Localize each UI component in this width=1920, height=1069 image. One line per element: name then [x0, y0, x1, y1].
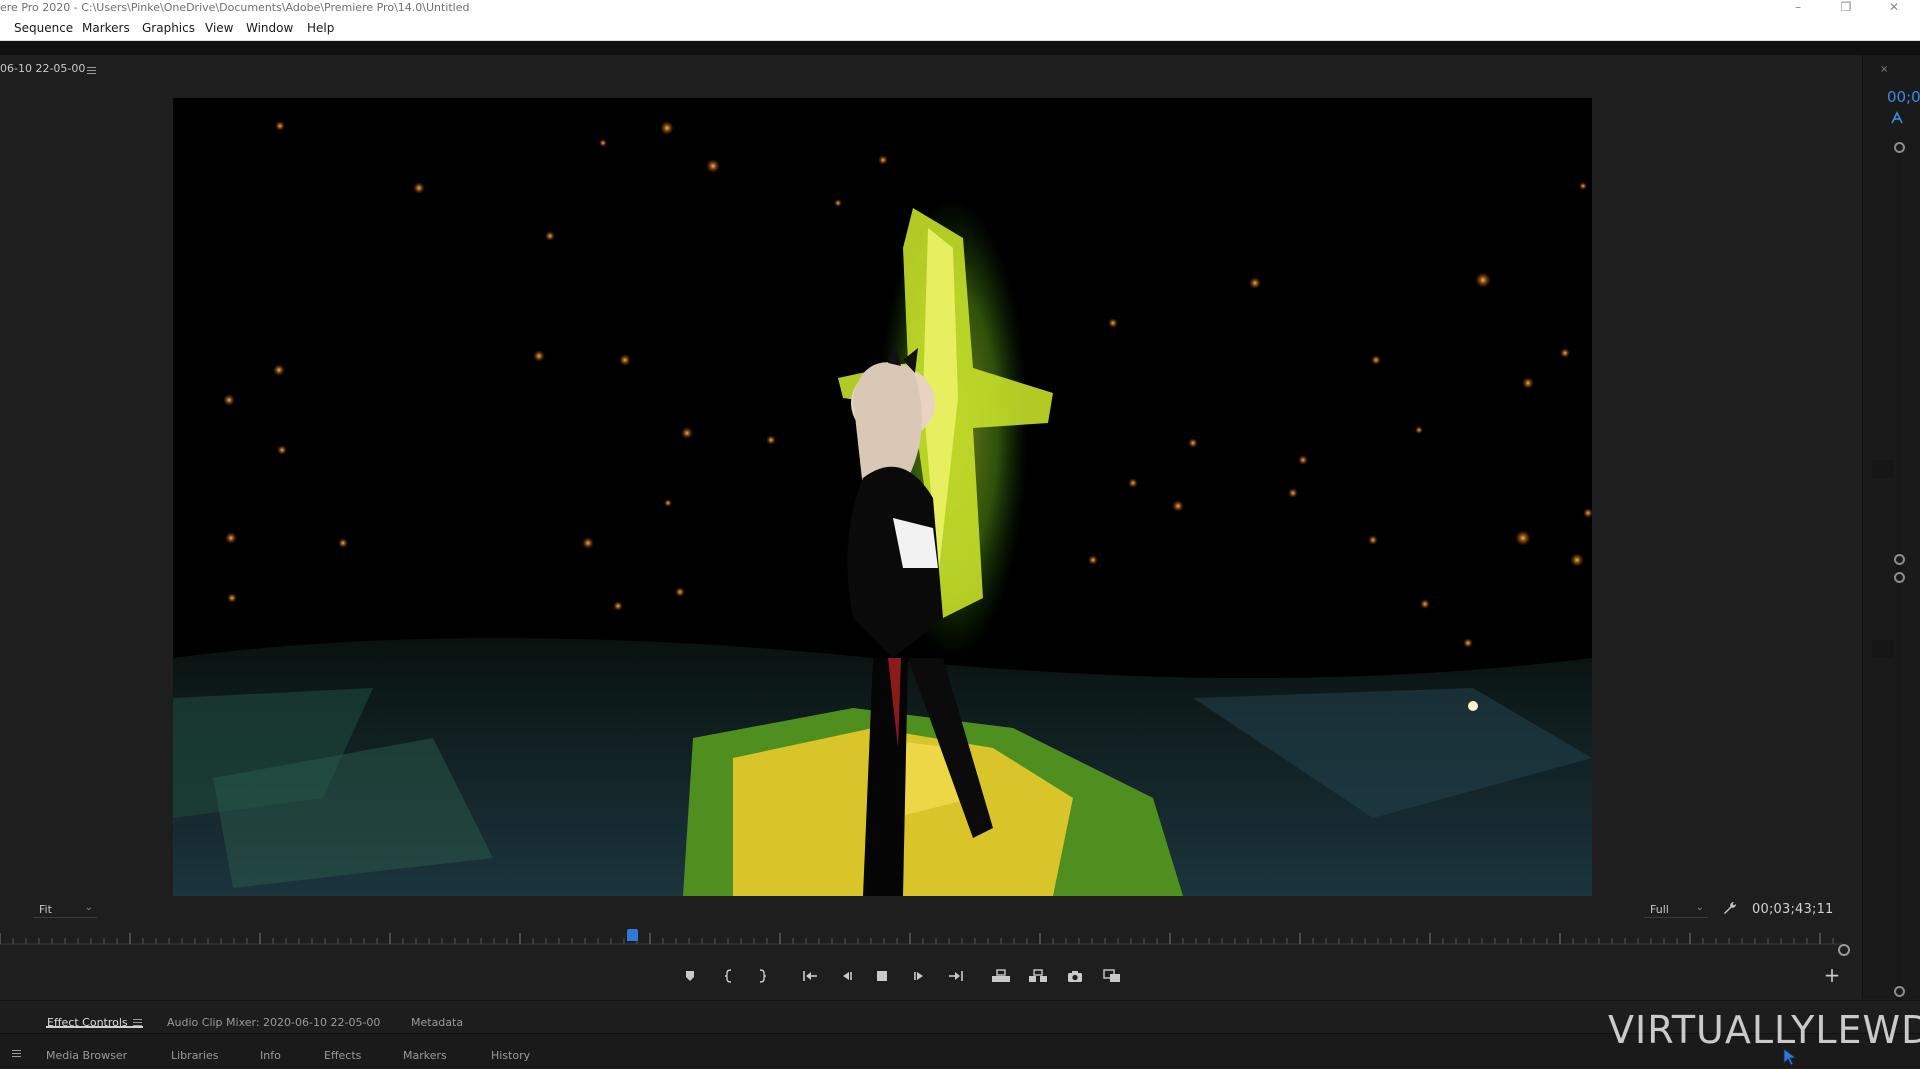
step-forward-button[interactable]: [906, 962, 934, 990]
lift-icon: [992, 969, 1010, 982]
zoom-level-select[interactable]: Fit ⌄: [33, 901, 97, 918]
go-to-in-icon: [803, 971, 817, 981]
add-marker-button[interactable]: [676, 962, 704, 990]
mark-out-button[interactable]: [748, 962, 776, 990]
playhead-marker[interactable]: [627, 929, 638, 941]
comparison-view-button[interactable]: [1098, 962, 1126, 990]
extract-icon: [1029, 969, 1047, 982]
scrollbar-knob-mid-1[interactable]: [1894, 554, 1905, 565]
scrollbar-knob-top[interactable]: [1894, 142, 1905, 153]
camera-icon: [1068, 970, 1082, 982]
close-window-button[interactable]: ✕: [1874, 0, 1914, 16]
mark-in-button[interactable]: [715, 962, 743, 990]
step-back-button[interactable]: [832, 962, 860, 990]
title-bar: ere Pro 2020 - C:\Users\Pinke\OneDrive\D…: [0, 0, 1920, 16]
menu-window[interactable]: Window: [246, 21, 293, 35]
restore-button[interactable]: ❐: [1826, 0, 1866, 16]
mouse-cursor-icon: [1783, 1048, 1799, 1066]
menu-graphics[interactable]: Graphics: [142, 21, 195, 35]
scrollbar-knob-mid-2[interactable]: [1894, 572, 1905, 583]
tab-libraries[interactable]: Libraries: [171, 1049, 219, 1062]
menu-sequence[interactable]: Sequence: [14, 21, 73, 35]
track-header-strip: [1872, 460, 1894, 478]
window-title: ere Pro 2020 - C:\Users\Pinke\OneDrive\D…: [0, 1, 470, 14]
snap-icon[interactable]: [1890, 111, 1904, 125]
chevron-down-icon: ⌄: [84, 902, 93, 913]
go-to-in-button[interactable]: [796, 962, 824, 990]
comparison-icon: [1103, 969, 1120, 982]
zoom-scroll-handle[interactable]: [1838, 944, 1850, 956]
timeline-panel-edge: [1862, 55, 1920, 999]
tab-audio-clip-mixer[interactable]: Audio Clip Mixer: 2020-06-10 22-05-00: [167, 1016, 380, 1029]
watermark-text: VIRTUALLYLEWD: [1608, 1008, 1920, 1052]
marker-icon: [686, 971, 694, 981]
menu-view[interactable]: View: [205, 21, 233, 35]
panel-divider: [0, 41, 1920, 55]
stop-button[interactable]: [868, 962, 896, 990]
panel-menu-icon[interactable]: [12, 1050, 21, 1058]
export-frame-button[interactable]: [1061, 962, 1089, 990]
timeline-timecode[interactable]: 00;0: [1887, 88, 1920, 106]
scrollbar-knob-bottom[interactable]: [1894, 986, 1905, 997]
tab-history[interactable]: History: [491, 1049, 530, 1062]
close-icon[interactable]: ×: [1880, 64, 1888, 75]
button-editor-plus[interactable]: +: [1820, 963, 1844, 987]
sequence-name-tab[interactable]: 06-10 22-05-00: [0, 62, 85, 75]
step-forward-icon: [914, 972, 923, 980]
active-tab-indicator: [46, 1026, 143, 1028]
transport-controls: [0, 962, 1862, 992]
track-header-strip: [1872, 640, 1894, 658]
step-back-icon: [843, 972, 852, 980]
tab-info[interactable]: Info: [260, 1049, 281, 1062]
zoom-level-value: Fit: [39, 903, 52, 916]
stop-icon: [877, 971, 887, 981]
tab-effects[interactable]: Effects: [324, 1049, 361, 1062]
mark-out-icon: [759, 969, 767, 983]
chevron-down-icon: ⌄: [1695, 902, 1704, 913]
tab-media-browser[interactable]: Media Browser: [46, 1049, 127, 1062]
playback-resolution-value: Full: [1650, 903, 1669, 916]
menu-help[interactable]: Help: [307, 21, 334, 35]
lift-button[interactable]: [987, 962, 1015, 990]
mark-in-icon: [724, 969, 732, 983]
go-to-out-icon: [949, 971, 963, 981]
tab-markers[interactable]: Markers: [403, 1049, 447, 1062]
video-frame: [173, 98, 1592, 896]
playhead-timecode[interactable]: 00;03;43;11: [1752, 902, 1834, 917]
tab-metadata[interactable]: Metadata: [411, 1016, 463, 1029]
go-to-out-button[interactable]: [942, 962, 970, 990]
panel-menu-icon[interactable]: [87, 67, 96, 75]
time-ruler[interactable]: [0, 925, 1842, 947]
playback-resolution-select[interactable]: Full ⌄: [1644, 901, 1708, 918]
menu-markers[interactable]: Markers: [82, 21, 130, 35]
minimize-button[interactable]: –: [1778, 0, 1818, 16]
menu-bar: Sequence Markers Graphics View Window He…: [0, 16, 1920, 41]
extract-button[interactable]: [1024, 962, 1052, 990]
wrench-icon[interactable]: [1722, 900, 1738, 916]
